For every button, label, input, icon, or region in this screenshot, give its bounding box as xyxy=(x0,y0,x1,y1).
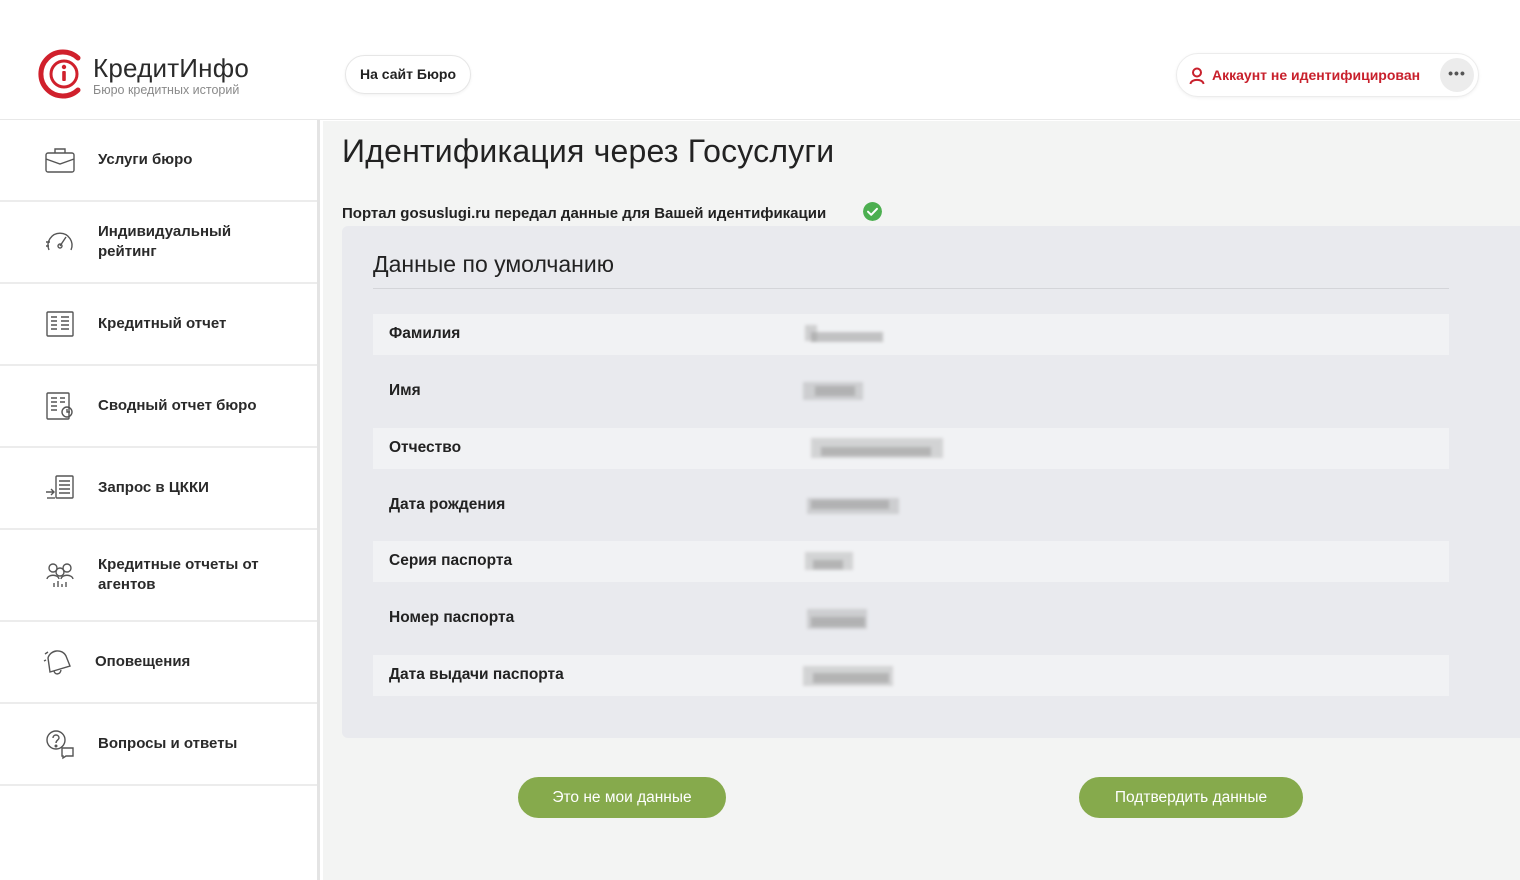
table-row: Фамилия xyxy=(373,314,1449,355)
table-row: Серия паспорта xyxy=(373,541,1449,582)
request-icon xyxy=(46,475,74,499)
gauge-icon xyxy=(46,232,73,251)
sidebar-item-label: Сводный отчет бюро xyxy=(98,397,257,414)
table-row: Дата рождения xyxy=(373,485,1449,526)
field-label: Номер паспорта xyxy=(389,609,515,626)
table-row: Имя xyxy=(373,371,1449,412)
table-row: Дата выдачи паспорта xyxy=(373,655,1449,696)
table-row: Отчество xyxy=(373,428,1449,469)
main-content: Идентификация через Госуслуги Портал gos… xyxy=(323,121,1520,880)
default-data-panel: Данные по умолчанию Фамилия Имя Отчество xyxy=(342,226,1520,738)
report-icon xyxy=(46,311,74,337)
sidebar-item-summary-report[interactable]: Сводный отчет бюро xyxy=(0,366,317,448)
identification-notice: Портал gosuslugi.ru передал данные для В… xyxy=(342,205,827,222)
header: КредитИнфо Бюро кредитных историй На сай… xyxy=(0,0,1520,120)
sidebar-item-faq[interactable]: Вопросы и ответы xyxy=(0,704,317,786)
bell-icon xyxy=(43,650,71,675)
logo-title: КредитИнфо xyxy=(93,53,249,83)
sidebar-item-label: Услуги бюро xyxy=(98,151,193,168)
more-options-button[interactable]: ••• xyxy=(1440,58,1474,92)
sidebar: Услуги бюро Индивидуальный рейтинг Креди… xyxy=(0,120,320,880)
field-label: Имя xyxy=(389,382,421,399)
briefcase-icon xyxy=(45,148,75,173)
sidebar-item-notifications[interactable]: Оповещения xyxy=(0,622,317,704)
field-label: Дата выдачи паспорта xyxy=(389,666,564,683)
sidebar-item-agents-reports[interactable]: Кредитные отчеты от агентов xyxy=(0,530,317,622)
sidebar-item-credit-report[interactable]: Кредитный отчет xyxy=(0,284,317,366)
agents-icon xyxy=(46,563,74,587)
sidebar-item-label: Вопросы и ответы xyxy=(98,735,238,752)
summary-report-icon xyxy=(46,392,73,420)
confirm-data-button[interactable]: Подтвердить данные xyxy=(1079,777,1303,818)
account-status-text: Аккаунт не идентифицирован xyxy=(1212,67,1421,83)
sidebar-item-label: Оповещения xyxy=(95,653,191,670)
field-label: Дата рождения xyxy=(389,496,506,513)
table-row: Номер паспорта xyxy=(373,598,1449,639)
faq-icon xyxy=(46,730,74,760)
divider xyxy=(373,288,1449,289)
sidebar-item-label: Кредитные отчеты от агентов xyxy=(98,556,259,593)
check-icon xyxy=(863,202,882,221)
logo-subtitle: Бюро кредитных историй xyxy=(93,83,240,97)
panel-title: Данные по умолчанию xyxy=(373,251,614,277)
sidebar-item-services[interactable]: Услуги бюро xyxy=(0,120,317,202)
field-label: Фамилия xyxy=(389,325,461,342)
logo-icon xyxy=(38,49,81,99)
sidebar-item-label: Индивидуальный рейтинг xyxy=(98,223,232,260)
bureau-site-link[interactable]: На сайт Бюро xyxy=(345,55,472,94)
sidebar-item-label: Кредитный отчет xyxy=(98,315,227,332)
sidebar-item-rating[interactable]: Индивидуальный рейтинг xyxy=(0,202,317,284)
page-title: Идентификация через Госуслуги xyxy=(342,133,835,169)
sidebar-item-label: Запрос в ЦККИ xyxy=(98,479,209,496)
account-status-button[interactable]: Аккаунт не идентифицирован ••• xyxy=(1176,53,1479,97)
field-label: Серия паспорта xyxy=(389,552,513,569)
logo[interactable]: КредитИнфо Бюро кредитных историй xyxy=(38,48,298,102)
sidebar-item-request[interactable]: Запрос в ЦККИ xyxy=(0,448,317,530)
field-label: Отчество xyxy=(389,439,462,456)
not-my-data-button[interactable]: Это не мои данные xyxy=(518,777,726,818)
user-icon xyxy=(1189,67,1205,85)
